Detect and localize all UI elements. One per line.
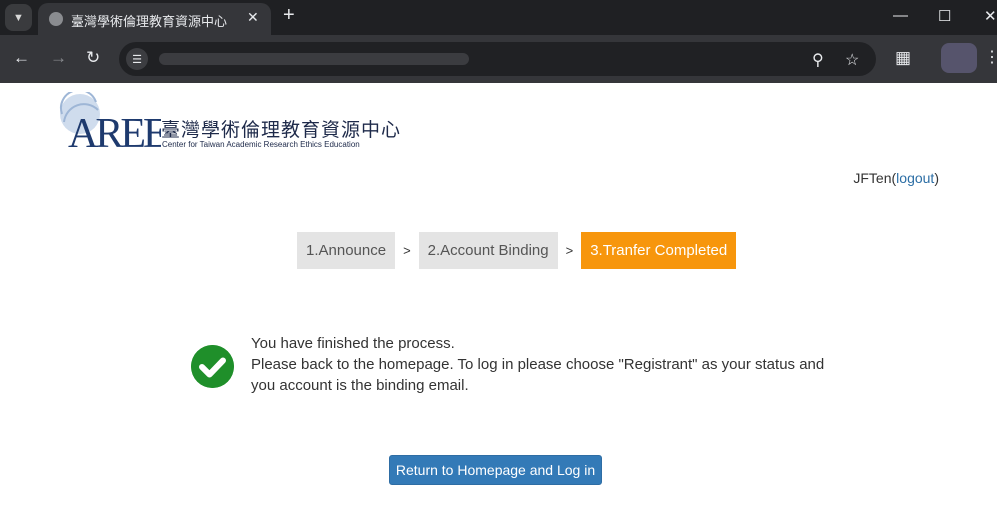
- step-separator: >: [403, 243, 411, 258]
- aree-logo-icon: AREE: [59, 92, 161, 152]
- logo-title-cn: 臺灣學術倫理教育資源中心: [161, 119, 402, 141]
- logo-title-en: Center for Taiwan Academic Research Ethi…: [162, 140, 360, 149]
- puzzle-icon[interactable]: ▦: [895, 49, 911, 66]
- browser-tab-bar: ▼ 臺灣學術倫理教育資源中心 ✕ + — ☐ ✕: [0, 0, 997, 35]
- close-icon[interactable]: ✕: [247, 9, 259, 26]
- message-line-1: You have finished the process.: [251, 335, 455, 352]
- step-separator: >: [565, 243, 574, 258]
- close-window-icon[interactable]: ✕: [984, 7, 997, 25]
- minimize-icon[interactable]: —: [893, 7, 908, 24]
- tune-icon[interactable]: ☰: [126, 48, 148, 70]
- message-text: You have finished the process. Please ba…: [251, 333, 851, 396]
- step-announce: 1.Announce: [297, 232, 396, 269]
- avatar[interactable]: [941, 43, 977, 73]
- browser-tab[interactable]: 臺灣學術倫理教育資源中心 ✕: [38, 3, 271, 35]
- close-paren: ): [934, 170, 939, 186]
- message-line-2: Please back to the homepage. To log in p…: [251, 356, 825, 394]
- tab-search-button[interactable]: ▼: [5, 4, 32, 31]
- return-homepage-button[interactable]: Return to Homepage and Log in: [389, 455, 602, 485]
- svg-text:AREE: AREE: [68, 111, 161, 152]
- more-vertical-icon[interactable]: ⋮: [984, 47, 997, 67]
- forward-arrow-icon[interactable]: →: [50, 49, 67, 66]
- step-account-binding: 2.Account Binding: [418, 232, 558, 269]
- star-icon[interactable]: ☆: [845, 50, 859, 70]
- address-bar[interactable]: ☰ ⚲ ☆: [119, 42, 876, 76]
- zoom-icon[interactable]: ⚲: [812, 50, 824, 70]
- logout-link[interactable]: logout: [896, 170, 934, 186]
- back-arrow-icon[interactable]: ←: [13, 49, 30, 66]
- chevron-down-icon: ▼: [13, 11, 24, 24]
- username: JFTen: [853, 170, 892, 186]
- check-circle-icon: [191, 345, 234, 388]
- browser-toolbar: ← → ↻ ☰ ⚲ ☆ ▦ ⋮: [0, 35, 997, 83]
- progress-steps: 1.Announce > 2.Account Binding > 3.Tranf…: [297, 232, 737, 269]
- reload-icon[interactable]: ↻: [86, 49, 100, 66]
- user-info: JFTen(logout): [853, 170, 939, 186]
- maximize-icon[interactable]: ☐: [938, 7, 951, 25]
- site-logo[interactable]: AREE 臺灣學術倫理教育資源中心 Center for Taiwan Acad…: [56, 92, 400, 152]
- step-transfer-completed: 3.Tranfer Completed: [581, 232, 737, 269]
- tab-title: 臺灣學術倫理教育資源中心: [71, 14, 228, 29]
- plus-icon[interactable]: +: [283, 4, 295, 27]
- globe-icon: [49, 12, 63, 26]
- url-text: [159, 53, 469, 65]
